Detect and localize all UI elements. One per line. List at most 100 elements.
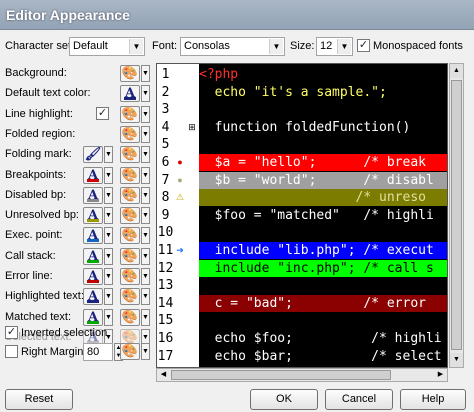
- scroll-up-icon[interactable]: ▲: [450, 64, 463, 78]
- paint-bucket-icon[interactable]: 🎨: [120, 146, 140, 164]
- color-swatch: [87, 320, 99, 324]
- code-line: <?php: [199, 66, 447, 83]
- paint-bucket-icon[interactable]: 🎨: [120, 65, 140, 82]
- chevron-down-icon[interactable]: ▼: [104, 288, 113, 306]
- chevron-down-icon[interactable]: ▼: [104, 146, 113, 164]
- chevron-down-icon: ▼: [337, 39, 351, 54]
- text-color-button[interactable]: A: [83, 186, 103, 204]
- paint-bucket-icon[interactable]: 🎨: [120, 207, 140, 225]
- chevron-down-icon[interactable]: ▼: [104, 308, 113, 326]
- chevron-down-icon[interactable]: ▼: [104, 227, 113, 245]
- paint-bucket-icon[interactable]: 🎨: [120, 186, 140, 204]
- chevron-down-icon[interactable]: ▼: [141, 207, 150, 225]
- chevron-down-icon[interactable]: ▼: [141, 146, 150, 164]
- vertical-scrollbar[interactable]: ▲ ▼: [449, 63, 464, 368]
- chevron-down-icon[interactable]: ▼: [141, 247, 150, 265]
- folding-mark-fg-button[interactable]: 🖌: [83, 146, 103, 164]
- breakpoint-icon[interactable]: ●: [175, 154, 185, 171]
- horizontal-scrollbar[interactable]: ◀ ▶: [156, 368, 448, 382]
- text-color-button[interactable]: A: [83, 288, 103, 306]
- paint-bucket-icon[interactable]: 🎨: [120, 268, 140, 285]
- scroll-right-icon[interactable]: ▶: [434, 369, 447, 381]
- fold-toggle-icon[interactable]: ⊞: [187, 119, 197, 136]
- code-line: include "lib.php"; /* execut: [199, 242, 447, 259]
- setting-label: Call stack:: [5, 249, 56, 262]
- text-color-button[interactable]: A: [83, 207, 103, 225]
- hscroll-thumb[interactable]: [171, 370, 391, 380]
- paint-bucket-icon[interactable]: 🎨: [120, 105, 140, 123]
- text-color-button[interactable]: A: [83, 227, 103, 245]
- right-margin-label: Right Margin:: [21, 346, 87, 358]
- code-line: [199, 101, 447, 119]
- chevron-down-icon[interactable]: ▼: [141, 268, 150, 285]
- chevron-down-icon[interactable]: ▼: [141, 166, 150, 184]
- line-number: 6: [161, 155, 170, 170]
- setting-label: Default text color:: [5, 87, 91, 100]
- chevron-down-icon[interactable]: ▼: [104, 186, 113, 204]
- paint-bucket-icon[interactable]: 🎨: [120, 247, 140, 265]
- paint-bucket-icon[interactable]: 🎨: [120, 308, 140, 326]
- chevron-down-icon[interactable]: ▼: [104, 166, 113, 184]
- paint-bucket-icon[interactable]: 🎨: [120, 166, 140, 184]
- chevron-down-icon[interactable]: ▼: [141, 125, 150, 143]
- chevron-down-icon[interactable]: ▼: [141, 288, 150, 306]
- chevron-down-icon[interactable]: ▼: [104, 247, 113, 265]
- color-swatch: [87, 259, 99, 263]
- reset-button[interactable]: Reset: [5, 389, 73, 410]
- cancel-button[interactable]: Cancel: [325, 389, 393, 410]
- breakpoint-icon[interactable]: ●: [175, 172, 185, 189]
- setting-label: Line highlight:: [5, 107, 73, 120]
- color-swatch: [87, 239, 99, 243]
- scroll-down-icon[interactable]: ▼: [450, 353, 463, 367]
- size-select[interactable]: 12 ▼: [316, 37, 353, 56]
- code-line: [199, 277, 447, 295]
- chevron-down-icon[interactable]: ▼: [104, 207, 113, 225]
- line-highlight-checkbox[interactable]: ✓: [96, 106, 109, 120]
- chevron-down-icon[interactable]: ▼: [141, 105, 150, 123]
- text-color-button[interactable]: A: [83, 166, 103, 184]
- inverted-selection-checkbox[interactable]: ✓: [5, 326, 18, 339]
- line-number: 12: [157, 260, 174, 276]
- warning-icon[interactable]: ⚠: [175, 189, 185, 206]
- chevron-down-icon[interactable]: ▼: [141, 186, 150, 204]
- exec-arrow-icon[interactable]: ➜: [175, 242, 185, 259]
- marker-gutter: [174, 64, 199, 367]
- line-number: 4: [161, 119, 170, 135]
- paint-bucket-icon[interactable]: 🎨: [120, 288, 140, 306]
- window-title: Editor Appearance: [6, 7, 130, 23]
- code-preview: 1 <?php 2 echo "it's a sample."; 3 4 ⊞ functi…: [156, 63, 448, 368]
- scroll-thumb[interactable]: [451, 80, 462, 350]
- title-bar: Editor Appearance: [0, 0, 474, 30]
- code-line: echo "it's a sample.";: [199, 83, 447, 101]
- line-number: 11: [157, 243, 174, 258]
- chevron-down-icon[interactable]: ▼: [141, 227, 150, 245]
- setting-label: Error line:: [5, 270, 53, 282]
- line-number: 1: [161, 67, 170, 82]
- ok-button[interactable]: OK: [250, 389, 318, 410]
- charset-select[interactable]: Default ▼: [69, 37, 145, 56]
- code-line: c = "bad"; /* error: [199, 294, 447, 312]
- line-number: 5: [161, 137, 170, 153]
- scroll-left-icon[interactable]: ◀: [157, 369, 170, 381]
- chevron-down-icon[interactable]: ▼: [141, 85, 150, 103]
- line-number: 7: [161, 172, 170, 188]
- charset-label: Character set:: [5, 40, 75, 52]
- chevron-down-icon[interactable]: ▼: [104, 268, 113, 285]
- text-color-button[interactable]: A: [83, 268, 103, 285]
- right-margin-checkbox[interactable]: [5, 345, 18, 358]
- code-line: echo $foo; /* highli: [199, 330, 447, 347]
- margin-color-dropdown[interactable]: ▼: [141, 343, 150, 360]
- help-button[interactable]: Help: [400, 389, 466, 410]
- text-color-button[interactable]: A: [83, 247, 103, 265]
- chevron-down-icon[interactable]: ▼: [141, 65, 150, 82]
- chevron-down-icon[interactable]: ▼: [141, 308, 150, 326]
- font-select[interactable]: Consolas ▼: [180, 37, 285, 56]
- text-color-button[interactable]: A: [83, 308, 103, 326]
- right-margin-input[interactable]: 80: [83, 343, 113, 361]
- paint-bucket-icon[interactable]: 🎨: [120, 227, 140, 245]
- paint-bucket-icon[interactable]: 🎨: [120, 125, 140, 143]
- margin-color-button[interactable]: 🎨: [120, 343, 140, 360]
- monospaced-checkbox[interactable]: ✓: [357, 39, 370, 52]
- text-color-button[interactable]: A: [120, 85, 140, 103]
- code-line: $foo = "matched" /* highli: [199, 206, 447, 224]
